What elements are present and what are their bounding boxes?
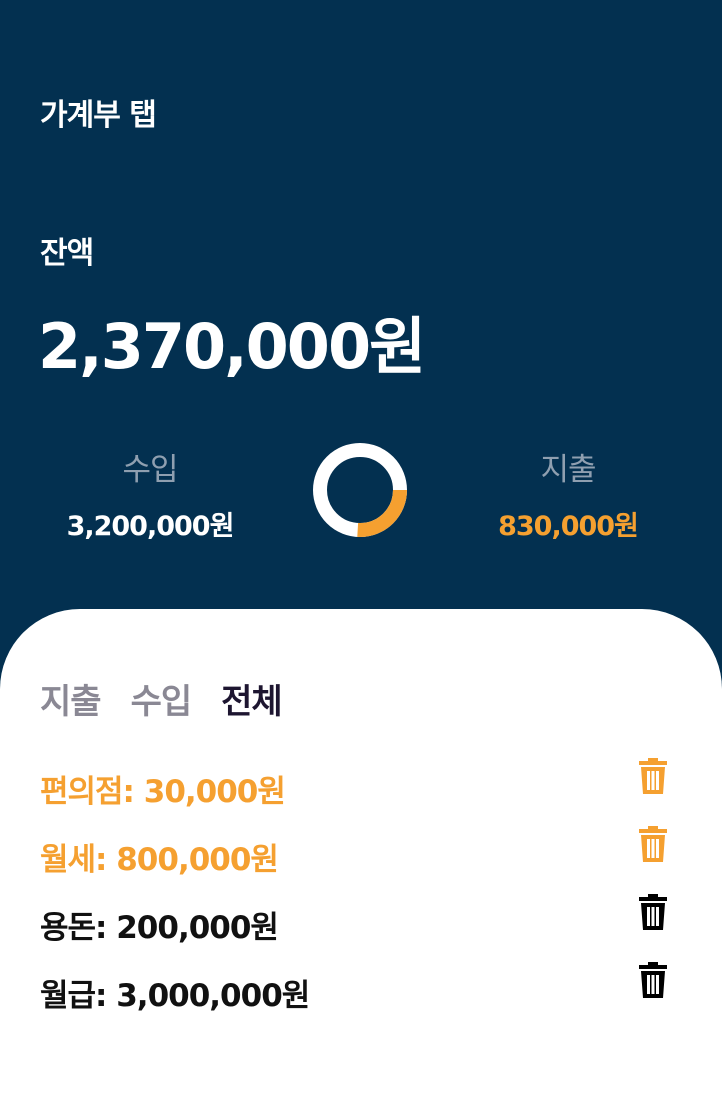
transaction-text: 용돈: 200,000원 [40,910,279,946]
filter-tabs: 지출 수입 전체 [40,674,283,723]
trash-icon[interactable] [638,894,668,930]
balance-amount: 2,370,000원 [38,310,426,383]
balance-label: 잔액 [40,236,94,271]
expense-label: 지출 [540,452,596,488]
expense-summary: 지출 830,000원 [438,444,698,543]
expense-value: 830,000원 [498,511,639,542]
transaction-text: 편의점: 30,000원 [40,774,286,810]
list-item: 월세: 800,000원 [40,826,680,896]
list-item: 편의점: 30,000원 [40,758,680,828]
transaction-text: 월급: 3,000,000원 [40,978,310,1014]
transaction-text: 월세: 800,000원 [40,842,279,878]
tab-income[interactable]: 수입 [131,674,193,723]
app-title: 가계부 탭 [40,98,157,133]
income-value: 3,200,000원 [66,511,235,542]
list-item: 용돈: 200,000원 [40,894,680,964]
trash-icon[interactable] [638,758,668,794]
list-item: 월급: 3,000,000원 [40,962,680,1032]
transaction-list: 편의점: 30,000원 월세: 800,000원 용돈: 200,000원 월… [40,758,680,1032]
trash-icon[interactable] [638,962,668,998]
tab-all[interactable]: 전체 [221,674,283,723]
expense-ratio-donut [313,443,407,537]
income-label: 수입 [122,452,178,488]
income-summary: 수입 3,200,000원 [20,444,280,543]
trash-icon[interactable] [638,826,668,862]
tab-expense[interactable]: 지출 [40,674,102,723]
